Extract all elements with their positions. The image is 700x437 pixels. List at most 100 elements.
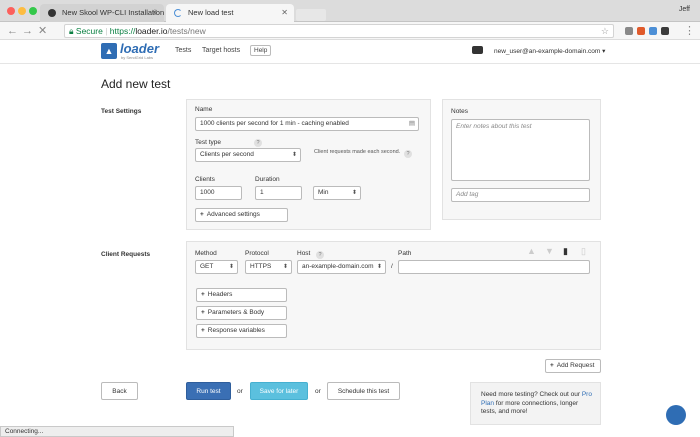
response-variables-label: Response variables — [207, 327, 265, 334]
browser-tab[interactable]: New Skool WP-CLI Installation ✕ — [40, 4, 164, 22]
chevron-updown-icon: ⬍ — [282, 264, 288, 270]
method-value: GET — [200, 263, 214, 270]
extension-icon[interactable] — [637, 27, 645, 35]
tab-close-icon[interactable]: ✕ — [281, 4, 288, 22]
forward-arrow-icon[interactable]: → — [22, 24, 33, 38]
or-text: or — [237, 388, 243, 395]
advanced-settings-label: Advanced settings — [206, 211, 260, 218]
autofill-icon[interactable]: ▤ — [409, 118, 415, 130]
site-favicon-icon — [48, 9, 56, 17]
test-name-input[interactable]: 1000 clients per second for 1 min - cach… — [195, 117, 419, 131]
host-help-icon[interactable]: ? — [316, 251, 324, 259]
bookmark-star-icon[interactable]: ☆ — [601, 25, 609, 37]
address-bar[interactable]: 🔒︎ Secure | https://loader.io/tests/new … — [64, 24, 614, 38]
duration-label: Duration — [255, 176, 280, 183]
maximize-window-icon[interactable] — [29, 7, 37, 15]
loader-logo-icon[interactable]: ▲ — [101, 43, 117, 59]
close-window-icon[interactable] — [7, 7, 15, 15]
plus-icon: + — [201, 327, 205, 334]
stop-loading-icon[interactable]: ✕ — [38, 24, 47, 38]
move-up-icon[interactable]: ▲ — [527, 246, 536, 256]
save-for-later-button[interactable]: Save for later — [250, 382, 308, 400]
promo-text: for more connections, longer tests, and … — [481, 399, 579, 416]
extension-icon[interactable] — [649, 27, 657, 35]
test-type-value: Clients per second — [200, 151, 254, 158]
support-chat-icon[interactable] — [666, 405, 686, 425]
page-title: Add new test — [101, 77, 171, 91]
headers-label: Headers — [207, 291, 233, 298]
headers-button[interactable]: + Headers — [196, 288, 287, 302]
browser-toolbar: ← → ✕ 🔒︎ Secure | https://loader.io/test… — [0, 22, 700, 40]
path-label: Path — [398, 250, 412, 257]
add-tag-placeholder: Add tag — [456, 191, 479, 198]
host-value: an-example-domain.com — [302, 263, 374, 270]
test-type-select[interactable]: Clients per second ⬍ — [195, 148, 301, 162]
duration-unit-select[interactable]: Min ⬍ — [313, 186, 361, 200]
nav-help[interactable]: Help — [250, 45, 272, 56]
chat-icon[interactable] — [472, 46, 483, 54]
method-label: Method — [195, 250, 217, 257]
protocol-select[interactable]: HTTPS ⬍ — [245, 260, 292, 274]
browser-titlebar: New Skool WP-CLI Installation ✕ New load… — [0, 0, 700, 22]
add-request-button[interactable]: + Add Request — [545, 359, 601, 373]
duration-input[interactable]: 1 — [255, 186, 302, 200]
test-type-note: Client requests made each second. — [314, 149, 401, 155]
advanced-settings-button[interactable]: + Advanced settings — [195, 208, 288, 222]
loading-spinner-icon — [174, 9, 182, 17]
browser-status-bar: Connecting... — [0, 426, 234, 437]
nav-tests[interactable]: Tests — [175, 47, 191, 54]
test-name-value: 1000 clients per second for 1 min - cach… — [200, 120, 349, 127]
test-settings-label: Test Settings — [101, 108, 142, 115]
duration-value: 1 — [260, 189, 264, 196]
response-variables-button[interactable]: + Response variables — [196, 324, 287, 338]
chevron-updown-icon: ⬍ — [351, 190, 357, 196]
plus-icon: + — [550, 362, 554, 369]
plus-icon: + — [201, 309, 205, 316]
browser-profile-name[interactable]: Jeff — [679, 6, 690, 13]
method-select[interactable]: GET ⬍ — [195, 260, 238, 274]
or-text: or — [315, 388, 321, 395]
run-test-button[interactable]: Run test — [186, 382, 231, 400]
test-type-label: Test type — [195, 139, 222, 146]
clients-input[interactable]: 1000 — [195, 186, 242, 200]
browser-tab-active[interactable]: New load test ✕ — [166, 4, 294, 22]
extension-icon[interactable] — [625, 27, 633, 35]
notes-label: Notes — [451, 108, 468, 115]
back-arrow-icon[interactable]: ← — [7, 24, 18, 38]
parameters-body-button[interactable]: + Parameters & Body — [196, 306, 287, 320]
logo-text[interactable]: loader — [120, 41, 159, 56]
chevron-updown-icon: ⬍ — [291, 152, 297, 158]
notes-placeholder: Enter notes about this test — [456, 123, 532, 130]
clients-value: 1000 — [200, 189, 215, 196]
delete-request-icon[interactable]: ▯ — [581, 246, 586, 257]
host-select[interactable]: an-example-domain.com ⬍ — [297, 260, 386, 274]
add-request-label: Add Request — [556, 362, 595, 369]
add-tag-input[interactable]: Add tag — [451, 188, 590, 202]
plus-icon: + — [200, 211, 204, 218]
back-button[interactable]: Back — [101, 382, 138, 400]
minimize-window-icon[interactable] — [18, 7, 26, 15]
schedule-test-button[interactable]: Schedule this test — [327, 382, 400, 400]
test-type-note-help-icon[interactable]: ? — [404, 150, 412, 158]
nav-target-hosts[interactable]: Target hosts — [202, 47, 240, 54]
name-label: Name — [195, 106, 213, 113]
move-down-icon[interactable]: ▼ — [545, 246, 554, 256]
path-input[interactable] — [398, 260, 590, 274]
notes-textarea[interactable]: Enter notes about this test — [451, 119, 590, 181]
parameters-body-label: Parameters & Body — [207, 309, 265, 316]
copy-request-icon[interactable]: ▮ — [563, 246, 568, 257]
logo-subtitle: by SendGrid Labs — [121, 55, 154, 60]
account-menu[interactable]: new_user@an-example-domain.com ▾ — [494, 47, 605, 55]
test-type-help-icon[interactable]: ? — [254, 139, 262, 147]
browser-menu-icon[interactable]: ⋮ — [684, 24, 695, 38]
extension-icon[interactable] — [661, 27, 669, 35]
promo-text: Need more testing? Check out our — [481, 391, 580, 398]
new-tab-button[interactable] — [296, 9, 326, 21]
host-label: Host — [297, 250, 311, 257]
tab-close-icon[interactable]: ✕ — [151, 4, 158, 22]
clients-label: Clients — [195, 176, 215, 183]
chevron-updown-icon: ⬍ — [376, 264, 382, 270]
chevron-updown-icon: ⬍ — [228, 264, 234, 270]
duration-unit-value: Min — [318, 189, 329, 196]
client-requests-label: Client Requests — [101, 251, 151, 258]
